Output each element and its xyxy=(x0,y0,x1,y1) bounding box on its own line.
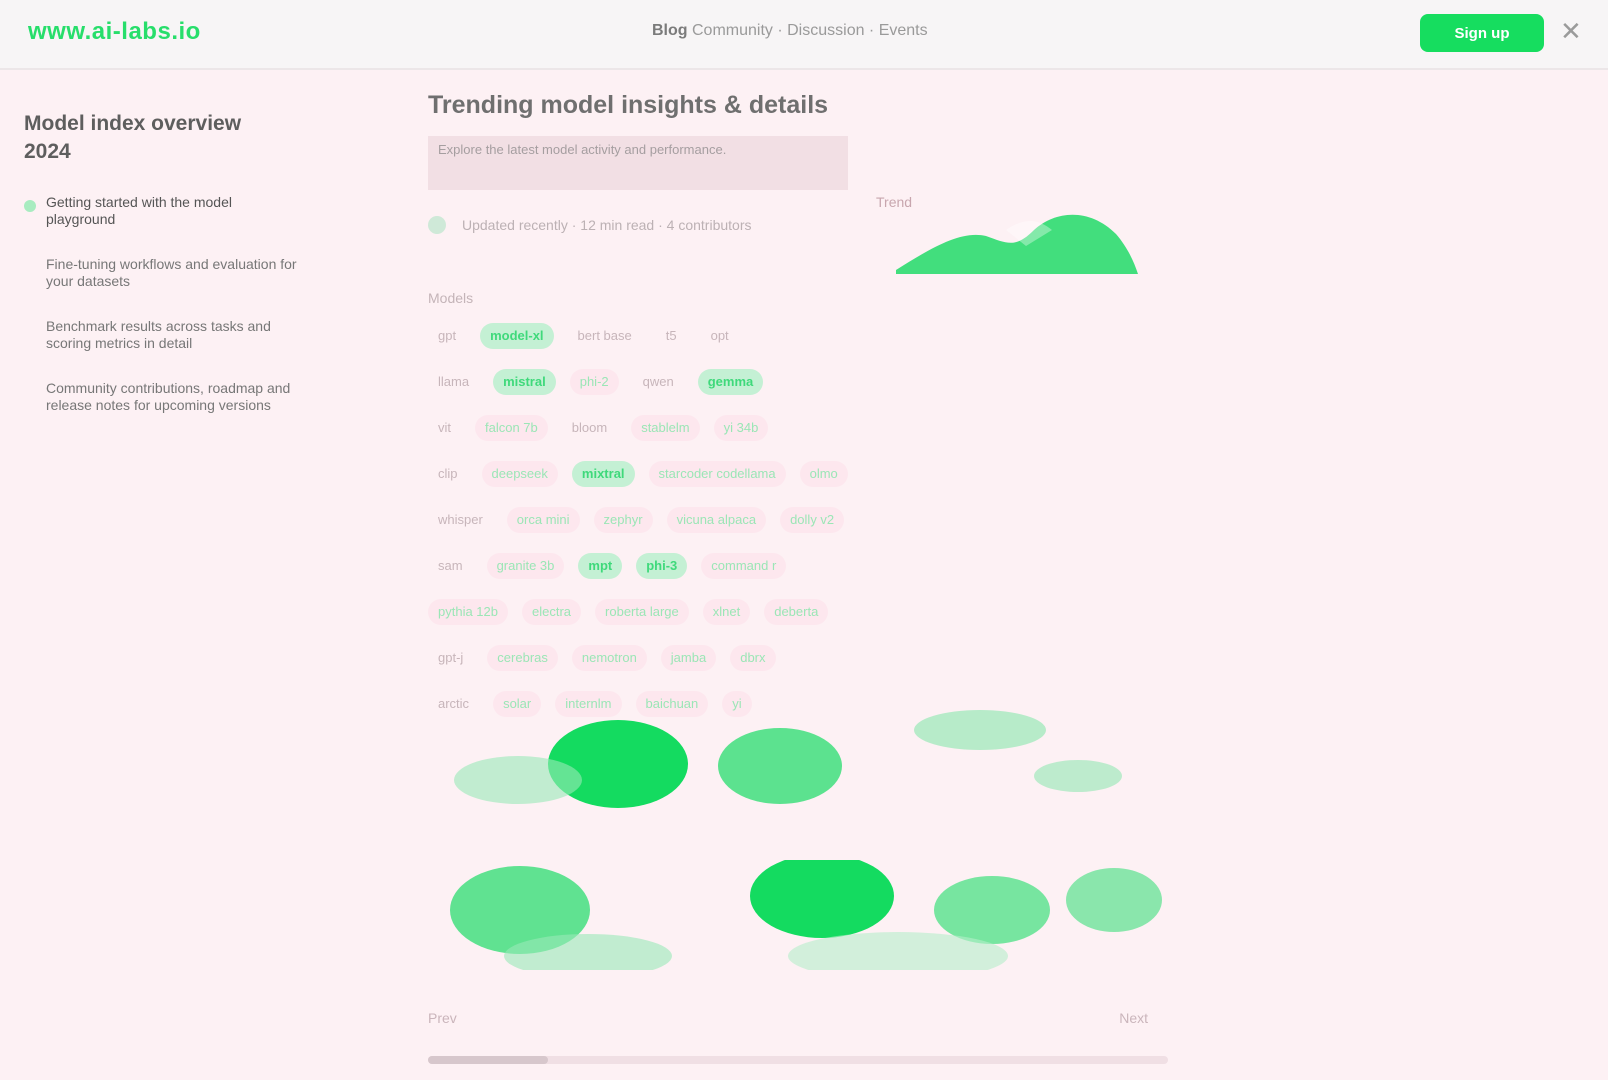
model-tag[interactable]: zephyr xyxy=(593,507,653,533)
model-tag[interactable]: vicuna alpaca xyxy=(666,507,767,533)
sidebar-item-label: Fine-tuning workflows and evaluation for… xyxy=(46,256,297,289)
model-tag[interactable]: roberta large xyxy=(595,599,689,625)
model-tag[interactable]: mpt xyxy=(578,553,623,579)
model-tag[interactable]: electra xyxy=(522,599,582,625)
model-tag[interactable]: yi 34b xyxy=(713,415,769,441)
model-tag[interactable]: falcon 7b xyxy=(475,415,548,441)
next-link[interactable]: Next xyxy=(1119,1010,1148,1026)
model-tag[interactable]: dbrx xyxy=(730,645,776,671)
signup-button[interactable]: Sign up xyxy=(1420,14,1544,52)
prev-link[interactable]: Prev xyxy=(428,1010,457,1026)
model-tag[interactable]: jamba xyxy=(660,645,717,671)
preview-label: Trend xyxy=(876,194,913,210)
model-tag[interactable]: orca mini xyxy=(506,507,580,533)
model-row: clip deepseek mixtral starcoder codellama ol… xyxy=(428,456,1168,492)
model-tag[interactable]: deberta xyxy=(764,599,829,625)
model-row: llama mistral phi-2 qwen gemma xyxy=(428,364,1168,400)
model-row: sam granite 3b mpt phi-3 command r xyxy=(428,548,1168,584)
model-tag[interactable]: mixtral xyxy=(571,461,635,487)
model-tag[interactable]: vit xyxy=(428,415,461,441)
model-tag[interactable]: olmo xyxy=(799,461,848,487)
brand-logo[interactable]: www.ai-labs.io xyxy=(28,18,201,46)
model-row: gpt model-xl bert base t5 opt xyxy=(428,318,1168,354)
model-row: gpt-j cerebras nemotron jamba dbrx xyxy=(428,640,1168,676)
trend-preview: Trend xyxy=(876,190,1146,300)
model-tag[interactable]: granite 3b xyxy=(486,553,565,579)
model-row: whisper orca mini zephyr vicuna alpaca dolly… xyxy=(428,502,1168,538)
model-tag[interactable]: clip xyxy=(428,461,468,487)
model-tag[interactable]: phi-2 xyxy=(569,369,619,395)
model-tag[interactable]: phi-3 xyxy=(636,553,688,579)
model-tag[interactable]: gpt xyxy=(428,323,466,349)
model-tag[interactable]: gpt-j xyxy=(428,645,473,671)
sidebar-item-label: Benchmark results across tasks and scori… xyxy=(46,318,271,351)
page-title: Trending model insights & details xyxy=(428,91,829,119)
trend-graphic xyxy=(896,214,1138,274)
model-tag[interactable]: llama xyxy=(428,369,479,395)
progress-fill xyxy=(428,1056,548,1064)
sidebar-item[interactable]: Fine-tuning workflows and evaluation for… xyxy=(24,256,304,290)
sidebar-item[interactable]: Getting started with the model playgroun… xyxy=(24,194,304,228)
author-avatar-icon xyxy=(428,216,446,234)
progress-track xyxy=(428,1056,1168,1064)
model-tag[interactable]: xlnet xyxy=(702,599,751,625)
model-tag[interactable]: gemma xyxy=(697,369,764,395)
sidebar-item[interactable]: Community contributions, roadmap and rel… xyxy=(24,380,304,414)
model-tag[interactable]: bloom xyxy=(562,415,617,441)
sidebar: Model index overview 2024 Getting starte… xyxy=(24,110,304,442)
nav-links[interactable]: Community · Discussion · Events xyxy=(692,22,928,39)
model-tag[interactable]: t5 xyxy=(656,323,687,349)
model-tag[interactable]: sam xyxy=(428,553,473,579)
sidebar-item-label: Getting started with the model playgroun… xyxy=(46,194,232,227)
active-indicator-icon xyxy=(24,200,36,212)
meta-text: Updated recently · 12 min read · 4 contr… xyxy=(462,217,752,233)
model-tag[interactable]: opt xyxy=(701,323,739,349)
main-content: Trending model insights & details Explor… xyxy=(428,90,1168,732)
model-tag[interactable]: cerebras xyxy=(487,645,558,671)
close-icon[interactable]: ✕ xyxy=(1560,16,1582,47)
model-tag[interactable]: model-xl xyxy=(480,323,554,349)
model-row: vit falcon 7b bloom stablelm yi 34b xyxy=(428,410,1168,446)
model-grid: gpt model-xl bert base t5 opt llama mistral phi… xyxy=(428,318,1168,722)
top-bar: www.ai-labs.io Blog Community · Discussi… xyxy=(0,0,1608,70)
model-tag[interactable]: stablelm xyxy=(631,415,700,441)
nav-prefix[interactable]: Blog xyxy=(652,22,688,39)
model-tag[interactable]: whisper xyxy=(428,507,493,533)
model-tag[interactable]: dolly v2 xyxy=(780,507,845,533)
model-tag[interactable]: bert base xyxy=(568,323,642,349)
model-tag[interactable]: nemotron xyxy=(571,645,647,671)
highlight-bubbles-lower xyxy=(450,860,1162,970)
sidebar-title: Model index overview 2024 xyxy=(24,112,242,163)
model-tag[interactable]: qwen xyxy=(633,369,684,395)
model-row: pythia 12b electra roberta large xlnet deber… xyxy=(428,594,1168,630)
topbar-nav: Blog Community · Discussion · Events xyxy=(652,22,928,40)
sidebar-item-label: Community contributions, roadmap and rel… xyxy=(46,380,291,413)
sidebar-item[interactable]: Benchmark results across tasks and scori… xyxy=(24,318,304,352)
model-tag[interactable]: deepseek xyxy=(481,461,558,487)
model-tag[interactable]: mistral xyxy=(493,369,556,395)
highlight-bubbles xyxy=(454,710,1122,808)
pagination: Prev Next xyxy=(428,1010,1148,1026)
model-tag[interactable]: starcoder codellama xyxy=(648,461,786,487)
model-tag[interactable]: command r xyxy=(701,553,787,579)
model-tag[interactable]: pythia 12b xyxy=(428,599,508,625)
description: Explore the latest model activity and pe… xyxy=(428,136,848,190)
